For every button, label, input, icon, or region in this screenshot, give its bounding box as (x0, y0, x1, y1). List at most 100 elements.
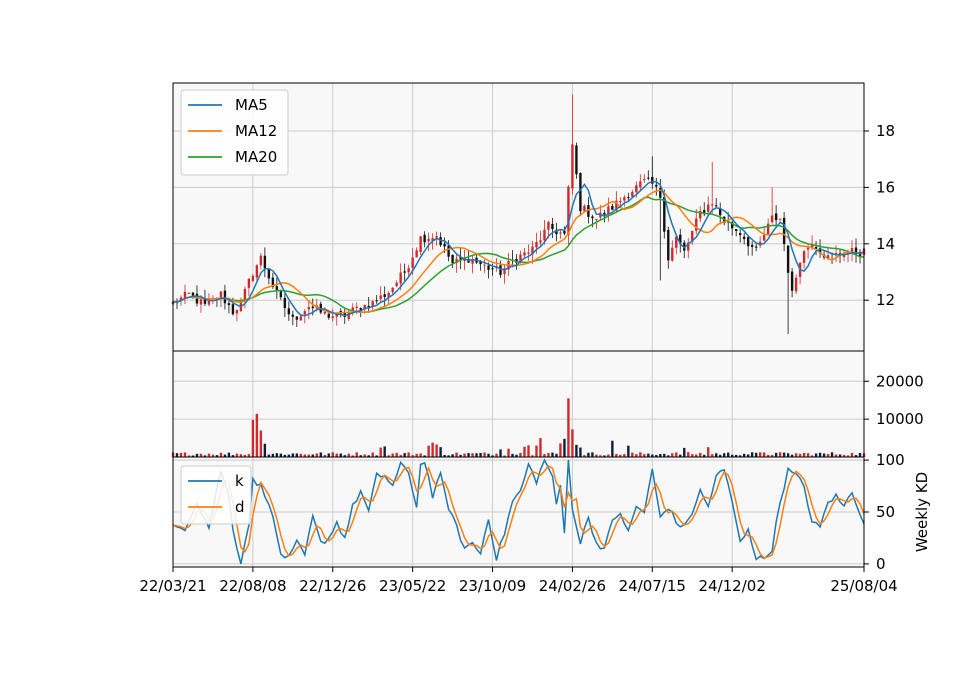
volume-bar-132 (699, 452, 702, 457)
candle-body-102 (579, 172, 582, 212)
candle-body-13 (223, 290, 227, 304)
volume-bar-14 (227, 452, 231, 457)
volume-bar-98 (563, 438, 566, 457)
candle-body-82 (499, 265, 502, 275)
candle-body-30 (291, 314, 295, 317)
volume-bar-27 (279, 453, 283, 457)
candle-body-60 (411, 257, 414, 268)
volume-bar-138 (723, 453, 726, 457)
legend-label-k: k (235, 472, 244, 490)
candle-body-117 (639, 181, 642, 188)
volume-bar-97 (559, 443, 562, 457)
candle-body-58 (403, 271, 406, 273)
volume-bar-172 (858, 452, 862, 457)
candle-body-70 (451, 254, 454, 264)
candle-body-92 (539, 240, 542, 243)
volume-bar-64 (427, 445, 430, 457)
volume-bar-30 (291, 453, 295, 457)
candle-body-95 (551, 223, 554, 230)
legend-label-ma12: MA12 (235, 122, 277, 140)
price-ytick-label-0: 12 (876, 291, 895, 309)
candle-body-99 (567, 186, 570, 235)
candle-body-57 (399, 272, 402, 284)
volume-bar-66 (435, 444, 438, 457)
volume-bar-88 (523, 446, 526, 457)
candle-body-53 (383, 294, 386, 298)
candle-body-69 (447, 245, 450, 257)
candle-body-28 (283, 297, 287, 309)
volume-bar-1 (175, 453, 179, 457)
candle-body-29 (287, 308, 291, 315)
candle-body-26 (275, 286, 279, 291)
volume-bar-73 (463, 453, 466, 457)
volume-ytick-label-1: 20000 (876, 372, 924, 390)
candle-body-151 (774, 213, 778, 221)
candle-body-93 (543, 229, 546, 241)
volume-bar-91 (535, 445, 538, 457)
candle-body-142 (738, 233, 742, 236)
candle-body-40 (331, 316, 334, 319)
x-tick-label-6: 24/07/15 (619, 577, 686, 595)
candle-body-145 (750, 244, 754, 247)
candle-body-106 (595, 218, 598, 220)
candle-body-123 (663, 197, 666, 232)
volume-bar-20 (251, 419, 255, 457)
candle-body-133 (703, 210, 706, 213)
kd-panel: 0 50 100 kd Weekly KD (172, 451, 931, 573)
volume-bar-126 (675, 452, 678, 457)
candle-body-33 (303, 311, 307, 315)
volume-bar-59 (407, 452, 410, 457)
candle-body-150 (770, 215, 774, 223)
volume-bar-114 (627, 445, 630, 457)
volume-bar-156 (794, 453, 798, 457)
candle-body-39 (327, 313, 330, 318)
legend-label-ma5: MA5 (235, 96, 268, 114)
candle-body-116 (635, 185, 638, 193)
volume-bar-71 (455, 452, 458, 457)
volume-bar-104 (587, 452, 590, 457)
candle-body-141 (734, 229, 738, 231)
volume-bar-50 (371, 452, 374, 457)
candle-body-22 (259, 255, 263, 266)
candle-body-52 (379, 295, 382, 300)
volume-bar-119 (647, 453, 650, 457)
candle-body-153 (782, 217, 786, 245)
volume-ytick-label-0: 10000 (876, 410, 924, 428)
candle-body-154 (786, 245, 790, 273)
candle-body-80 (491, 268, 494, 270)
candle-body-4 (187, 292, 191, 294)
volume-bar-100 (571, 429, 574, 457)
candle-body-91 (535, 241, 538, 248)
volume-bar-105 (591, 452, 594, 457)
volume-bar-3 (183, 452, 187, 457)
x-axis: 22/03/21 22/08/08 22/12/26 23/05/22 23/10/09… (139, 567, 898, 595)
volume-bar-163 (822, 453, 826, 457)
volume-bar-52 (379, 447, 382, 457)
price-ytick-label-3: 18 (876, 122, 895, 140)
volume-bar-31 (295, 453, 299, 457)
candle-body-31 (295, 316, 299, 320)
volume-bar-84 (507, 448, 510, 457)
x-tick-label-4: 23/10/09 (459, 577, 526, 595)
candle-body-131 (695, 218, 698, 231)
x-tick-label-2: 22/12/26 (299, 577, 366, 595)
volume-bar-26 (275, 453, 279, 457)
kd-ytick-label-1: 50 (876, 503, 895, 521)
volume-bar-82 (499, 449, 502, 457)
x-tick-label-7: 24/12/02 (699, 577, 766, 595)
volume-bar-128 (683, 447, 686, 457)
candle-body-155 (790, 271, 794, 291)
candle-body-144 (746, 237, 750, 247)
volume-bar-136 (715, 453, 718, 457)
candle-body-110 (611, 205, 614, 210)
stock-chart: 12 14 16 18 MA5 MA12 MA20 10000 20000 0 50 100 kd W… (139, 82, 931, 595)
candle-body-94 (547, 221, 550, 230)
volume-bar-22 (259, 430, 263, 457)
candle-body-46 (355, 306, 358, 308)
volume-bar-151 (774, 452, 778, 457)
candle-body-15 (231, 304, 235, 315)
kd-ytick-label-2: 100 (876, 451, 905, 469)
candle-body-7 (199, 299, 203, 305)
volume-bar-12 (219, 452, 223, 457)
candle-body-148 (762, 235, 766, 241)
